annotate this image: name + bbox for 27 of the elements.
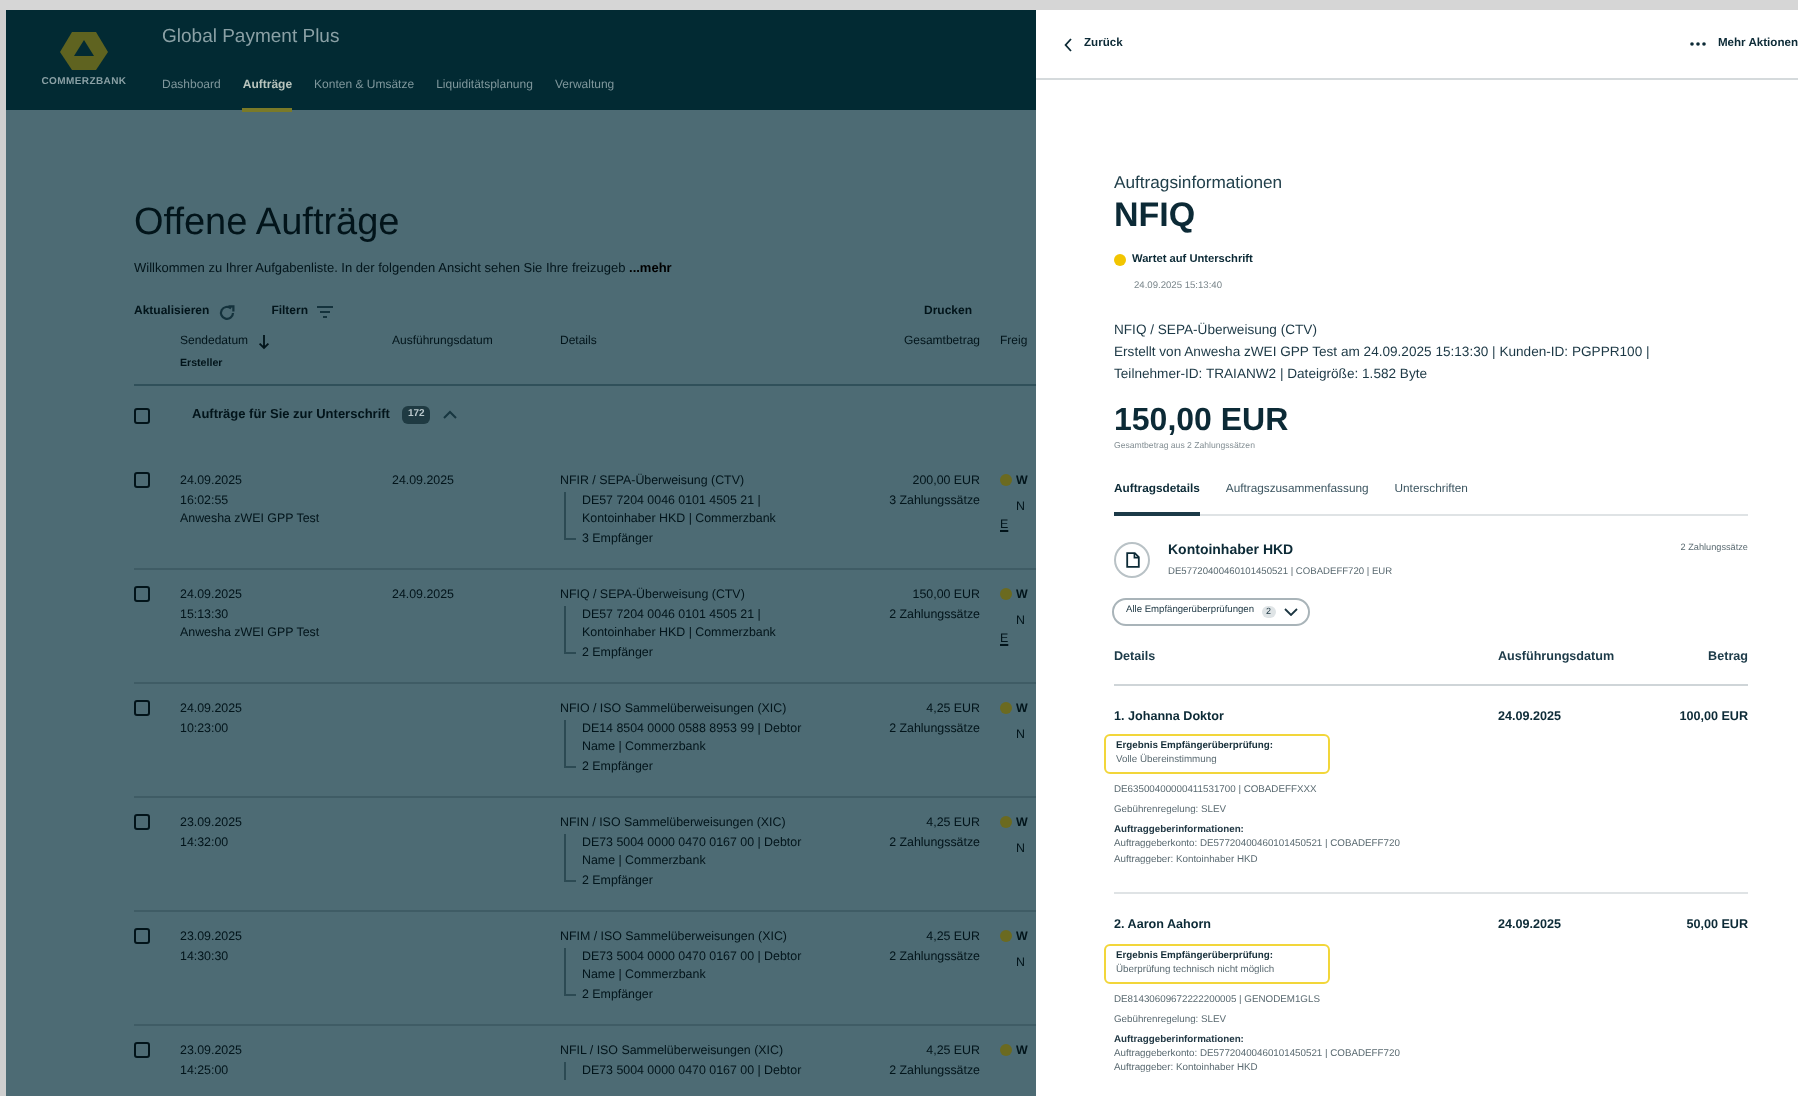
checkbox[interactable] bbox=[134, 407, 150, 424]
sort-arrow-icon[interactable] bbox=[258, 334, 271, 351]
chevron-down-icon bbox=[1283, 608, 1298, 617]
document-icon bbox=[1125, 551, 1139, 568]
checkbox[interactable] bbox=[134, 814, 150, 831]
app-title: Global Payment Plus bbox=[162, 24, 342, 52]
logo-icon bbox=[60, 29, 108, 70]
checkbox[interactable] bbox=[134, 1042, 150, 1059]
status-dot bbox=[1000, 816, 1012, 829]
page-title: Offene Aufträge bbox=[134, 200, 402, 248]
checkbox[interactable] bbox=[134, 472, 150, 489]
back-chevron-icon bbox=[1064, 37, 1072, 51]
status-dot bbox=[1000, 702, 1012, 715]
filter-icon[interactable] bbox=[316, 304, 335, 321]
checkbox[interactable] bbox=[134, 586, 150, 603]
section-overline: Auftragsinformationen bbox=[1114, 170, 1285, 196]
status-dot bbox=[1000, 1044, 1012, 1057]
status-dot bbox=[1114, 254, 1126, 267]
status-dot bbox=[1000, 474, 1012, 487]
chevron-up-icon[interactable] bbox=[442, 410, 459, 421]
refresh-icon[interactable] bbox=[217, 303, 236, 322]
status-dot bbox=[1000, 930, 1012, 943]
status-dot bbox=[1000, 588, 1012, 601]
checkbox[interactable] bbox=[134, 928, 150, 945]
order-title: NFIQ bbox=[1114, 195, 1198, 236]
total-amount: 150,00 EUR bbox=[1114, 404, 1291, 441]
checkbox[interactable] bbox=[134, 700, 150, 717]
